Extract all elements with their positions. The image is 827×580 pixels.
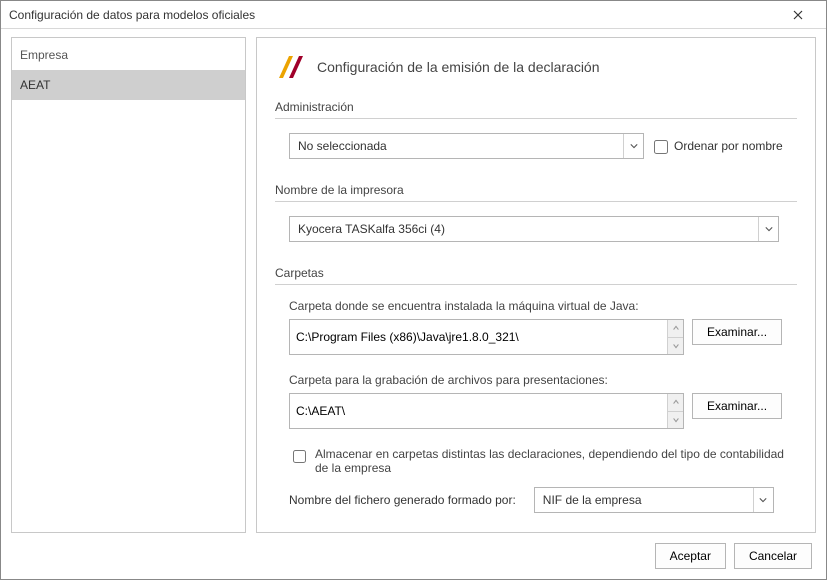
java-path-row: Examinar...	[289, 319, 797, 355]
content-area: Empresa AEAT Configuración de la emisión…	[11, 37, 816, 533]
divider	[275, 118, 797, 119]
sidebar-item-label: AEAT	[20, 78, 50, 92]
section-label-folders: Carpetas	[275, 266, 797, 280]
store-separate-label: Almacenar en carpetas distintas las decl…	[315, 447, 797, 475]
chevron-down-icon	[758, 217, 778, 241]
java-path-input[interactable]	[289, 319, 684, 355]
browse-rec-button[interactable]: Examinar...	[692, 393, 782, 419]
rec-path-label: Carpeta para la grabación de archivos pa…	[289, 373, 797, 387]
spin-up-icon[interactable]	[667, 320, 683, 337]
store-separate-checkbox[interactable]	[293, 450, 306, 463]
rec-path-input[interactable]	[289, 393, 684, 429]
order-by-name-label: Ordenar por nombre	[674, 139, 783, 153]
java-path-spinner[interactable]	[667, 320, 683, 354]
chevron-down-icon	[623, 134, 643, 158]
cancel-button[interactable]: Cancelar	[734, 543, 812, 569]
divider	[275, 284, 797, 285]
filename-label: Nombre del fichero generado formado por:	[289, 493, 516, 507]
admin-row: No seleccionada Ordenar por nombre	[289, 133, 797, 159]
java-path-label: Carpeta donde se encuentra instalada la …	[289, 299, 797, 313]
divider	[275, 201, 797, 202]
aeat-logo-icon	[275, 52, 305, 82]
store-separate-row: Almacenar en carpetas distintas las decl…	[289, 447, 797, 475]
section-label-printer: Nombre de la impresora	[275, 183, 797, 197]
sidebar: Empresa AEAT	[11, 37, 246, 533]
section-label-admin: Administración	[275, 100, 797, 114]
sidebar-item-aeat[interactable]: AEAT	[12, 70, 245, 100]
page-title: Configuración de la emisión de la declar…	[317, 59, 600, 75]
admin-select-value: No seleccionada	[298, 139, 387, 153]
spin-up-icon[interactable]	[667, 394, 683, 411]
close-button[interactable]	[778, 2, 818, 28]
sidebar-header: Empresa	[12, 38, 245, 70]
filename-row: Nombre del fichero generado formado por:…	[289, 487, 797, 513]
window-title: Configuración de datos para modelos ofic…	[9, 8, 778, 22]
ok-button[interactable]: Aceptar	[655, 543, 726, 569]
rec-path-spinner[interactable]	[667, 394, 683, 428]
dialog-body: Empresa AEAT Configuración de la emisión…	[1, 29, 826, 579]
dialog-footer: Aceptar Cancelar	[11, 533, 816, 569]
rec-path-wrap	[289, 393, 684, 429]
chevron-down-icon	[753, 488, 773, 512]
order-by-name-checkbox[interactable]: Ordenar por nombre	[654, 139, 783, 154]
printer-select[interactable]: Kyocera TASKalfa 356ci (4)	[289, 216, 779, 242]
filename-select-value: NIF de la empresa	[543, 493, 642, 507]
printer-row: Kyocera TASKalfa 356ci (4)	[289, 216, 797, 242]
order-by-name-input[interactable]	[654, 140, 668, 154]
folders-block: Carpeta donde se encuentra instalada la …	[275, 299, 797, 513]
page-heading-row: Configuración de la emisión de la declar…	[275, 52, 797, 82]
java-path-wrap	[289, 319, 684, 355]
browse-java-button[interactable]: Examinar...	[692, 319, 782, 345]
spin-down-icon[interactable]	[667, 337, 683, 355]
printer-select-value: Kyocera TASKalfa 356ci (4)	[298, 222, 445, 236]
rec-path-row: Examinar...	[289, 393, 797, 429]
filename-select[interactable]: NIF de la empresa	[534, 487, 774, 513]
titlebar: Configuración de datos para modelos ofic…	[1, 1, 826, 29]
dialog-window: Configuración de datos para modelos ofic…	[0, 0, 827, 580]
main-panel: Configuración de la emisión de la declar…	[256, 37, 816, 533]
admin-select[interactable]: No seleccionada	[289, 133, 644, 159]
spin-down-icon[interactable]	[667, 411, 683, 429]
